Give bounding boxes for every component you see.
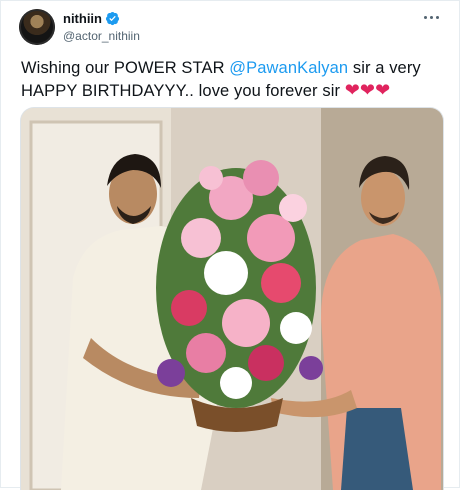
heart-emojis: ❤❤❤ <box>344 80 391 100</box>
author-avatar[interactable] <box>19 9 55 45</box>
verified-badge-icon <box>105 11 120 26</box>
more-dot <box>430 16 433 19</box>
more-options-icon[interactable] <box>421 9 443 25</box>
more-dot <box>424 16 427 19</box>
photo-illustration <box>21 108 443 490</box>
more-dot <box>436 16 439 19</box>
tweet-text: Wishing our POWER STAR @PawanKalyan sir … <box>21 57 441 102</box>
tweet-card: nithiin @actor_nithiin Wishing our POWER… <box>0 0 460 490</box>
author-name-row: nithiin <box>63 11 120 26</box>
tweet-text-start: Wishing our POWER STAR <box>21 59 230 77</box>
author-display-name[interactable]: nithiin <box>63 11 102 26</box>
tweet-photo[interactable] <box>20 107 444 490</box>
author-handle[interactable]: @actor_nithiin <box>63 29 140 43</box>
avatar-ring <box>19 9 55 45</box>
mention-link[interactable]: @PawanKalyan <box>229 59 348 77</box>
